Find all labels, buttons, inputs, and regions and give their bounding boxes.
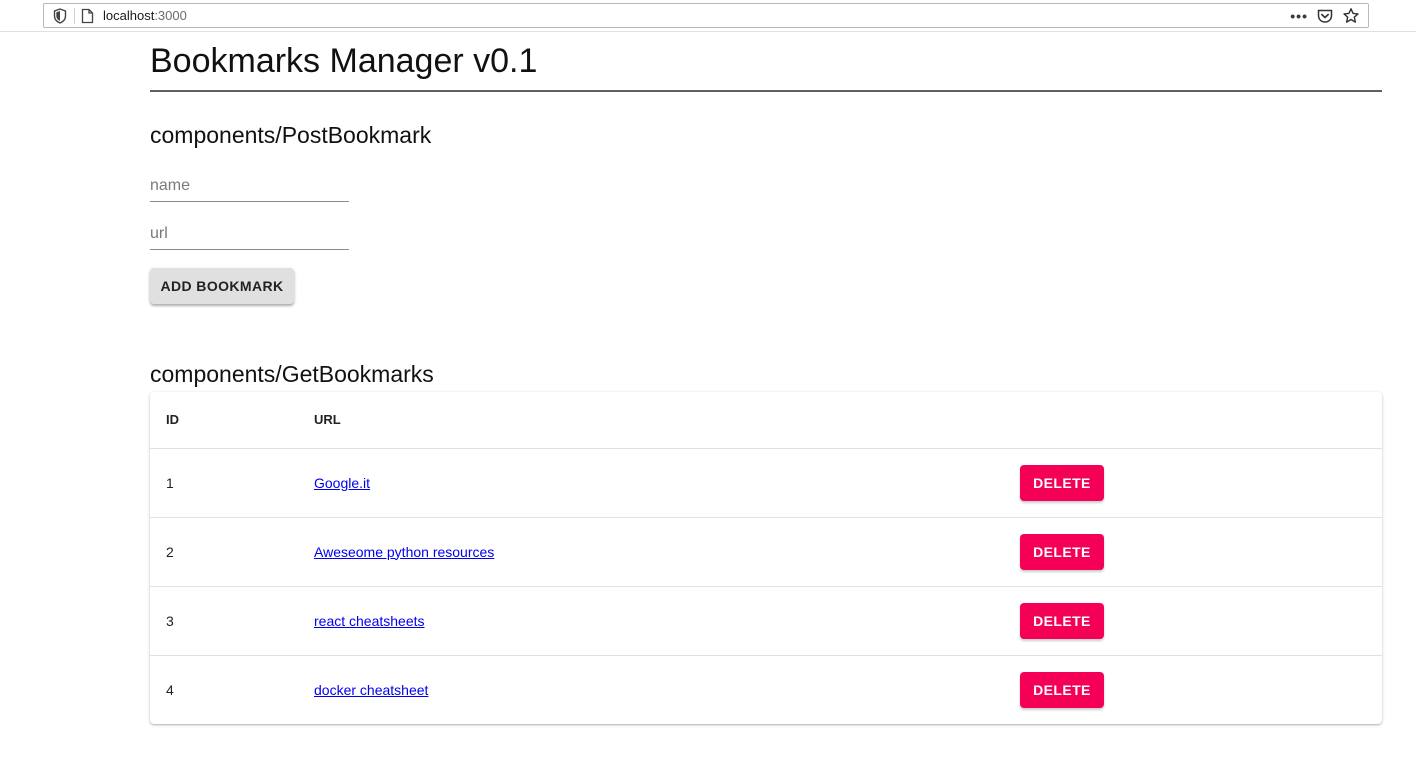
post-bookmark-heading: components/PostBookmark [150,122,432,148]
post-bookmark-section: components/PostBookmark ADD BOOKMARK [150,121,1382,304]
delete-button[interactable]: DELETE [1020,464,1104,501]
page-title: Bookmarks Manager v0.1 [150,42,538,80]
get-bookmarks-heading: components/GetBookmarks [150,361,434,387]
url-text[interactable]: localhost:3000 [103,8,187,24]
more-icon[interactable]: ••• [1290,6,1308,26]
table-row: 3 react cheatsheets DELETE [150,586,1382,656]
bookmarks-table-card: ID URL 1 Google.it DELETE 2 Aweseome pyt… [150,392,1382,724]
address-separator [74,8,75,24]
row-actions-cell: DELETE [1020,517,1382,587]
bookmark-star-icon[interactable] [1342,7,1360,25]
url-host: localhost [103,8,155,23]
shield-icon[interactable] [53,8,67,24]
delete-button[interactable]: DELETE [1020,533,1104,570]
column-header-actions [1020,392,1382,449]
title-divider [150,90,1382,92]
row-url-cell: Google.it [314,448,1020,518]
page-icon [81,8,94,24]
delete-button[interactable]: DELETE [1020,602,1104,639]
address-bar-actions: ••• [1290,6,1360,26]
bookmark-link[interactable]: docker cheatsheet [314,682,428,698]
row-id: 3 [150,586,314,656]
table-row: 1 Google.it DELETE [150,448,1382,518]
row-actions-cell: DELETE [1020,586,1382,656]
row-actions-cell: DELETE [1020,655,1382,724]
address-bar[interactable]: localhost:3000 ••• [43,3,1369,28]
bookmark-link[interactable]: react cheatsheets [314,613,425,629]
add-bookmark-button[interactable]: ADD BOOKMARK [150,268,294,304]
row-url-cell: docker cheatsheet [314,655,1020,724]
url-input[interactable] [150,218,349,249]
bookmarks-table: ID URL 1 Google.it DELETE 2 Aweseome pyt… [150,392,1382,724]
table-row: 2 Aweseome python resources DELETE [150,517,1382,587]
row-id: 4 [166,681,174,698]
row-id: 1 [150,448,314,518]
name-input[interactable] [150,170,349,201]
pocket-icon[interactable] [1316,7,1334,25]
url-port: :3000 [154,8,187,23]
url-field [150,218,349,250]
bookmark-link[interactable]: Google.it [314,475,370,491]
column-header-url: URL [314,392,1020,449]
row-url-cell: react cheatsheets [314,586,1020,656]
name-field [150,170,349,202]
delete-button[interactable]: DELETE [1020,671,1104,708]
table-header-row: ID URL [150,392,1382,449]
bookmark-link[interactable]: Aweseome python resources [314,544,494,560]
get-bookmarks-section: components/GetBookmarks ID URL 1 Google.… [150,360,1382,724]
row-url-cell: Aweseome python resources [314,517,1020,587]
row-id: 2 [150,517,314,587]
row-actions-cell: DELETE [1020,448,1382,518]
page-content: Bookmarks Manager v0.1 components/PostBo… [150,32,1382,724]
browser-toolbar: localhost:3000 ••• [0,0,1416,32]
column-header-id: ID [150,392,314,449]
table-row: 4 docker cheatsheet DELETE [150,655,1382,724]
